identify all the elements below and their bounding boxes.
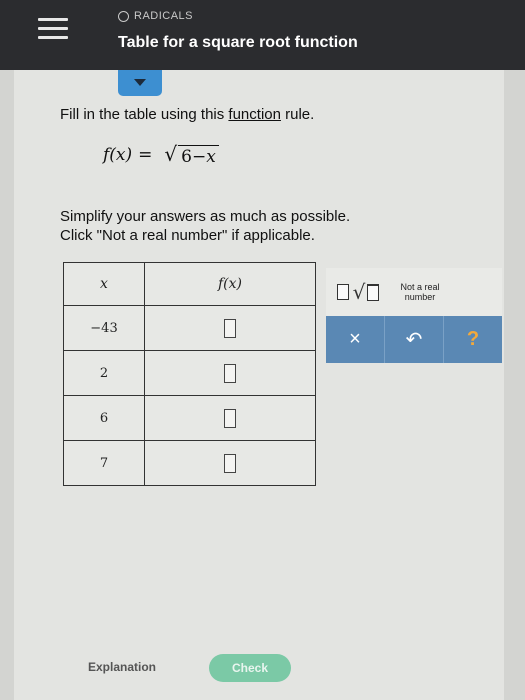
function-link[interactable]: function: [228, 106, 281, 123]
help-button[interactable]: ?: [444, 316, 502, 363]
answer-cell: [144, 395, 316, 441]
instruction-text: Fill in the table using this function ru…: [60, 106, 315, 123]
topic-circle-icon: [118, 10, 129, 22]
function-formula: f(x) = √ 6−x: [103, 142, 219, 168]
not-a-real-number-button[interactable]: Not a real number: [392, 274, 448, 310]
x-value: 7: [63, 440, 145, 486]
placeholder-box-icon: [336, 284, 349, 300]
topic-label: RADICALS: [118, 10, 193, 22]
keypad-action-row: × ↶ ?: [326, 316, 502, 363]
undo-button[interactable]: ↶: [385, 316, 444, 363]
x-value: 2: [63, 350, 145, 396]
check-button[interactable]: Check: [209, 654, 291, 682]
formula-lhs: f(x): [103, 145, 133, 165]
undo-icon: ↶: [405, 329, 423, 351]
radical-sign-icon: √: [164, 142, 178, 166]
sqrt-icon: √: [352, 280, 366, 304]
answer-input[interactable]: [224, 318, 236, 338]
function-table: x f(x) −43 2 6 7: [63, 262, 316, 486]
chevron-down-icon: [134, 79, 146, 86]
page-title: Table for a square root function: [118, 34, 358, 51]
x-value: 6: [63, 395, 145, 441]
placeholder-box-icon: [367, 283, 380, 301]
table-header-row: x f(x): [63, 262, 316, 306]
table-row: 7: [63, 440, 316, 486]
answer-cell: [144, 440, 316, 486]
clear-button[interactable]: ×: [326, 316, 385, 363]
header-fx: f(x): [144, 262, 316, 306]
answer-cell: [144, 350, 316, 396]
table-row: 2: [63, 350, 316, 396]
table-row: 6: [63, 395, 316, 441]
app-header: RADICALS Table for a square root functio…: [0, 0, 525, 70]
simplify-line-1: Simplify your answers as much as possibl…: [60, 208, 351, 225]
x-value: −43: [63, 305, 145, 351]
answer-input[interactable]: [224, 363, 236, 383]
math-keypad: √ Not a real number × ↶ ?: [326, 268, 502, 363]
topic-text: RADICALS: [134, 10, 194, 22]
explanation-link[interactable]: Explanation: [88, 660, 156, 674]
answer-input[interactable]: [224, 453, 236, 473]
header-x: x: [63, 262, 145, 306]
coefficient-sqrt-button[interactable]: √: [332, 278, 384, 306]
close-icon: ×: [349, 328, 361, 350]
answer-cell: [144, 305, 316, 351]
answer-input[interactable]: [224, 408, 236, 428]
formula-equals: =: [138, 145, 153, 165]
simplify-instructions: Simplify your answers as much as possibl…: [60, 207, 350, 245]
help-icon: ?: [466, 328, 480, 350]
keypad-top-row: √ Not a real number: [326, 268, 502, 316]
formula-radicand: 6−x: [178, 145, 219, 168]
menu-icon[interactable]: [38, 18, 68, 40]
table-row: −43: [63, 305, 316, 351]
collapse-toggle[interactable]: [118, 70, 162, 96]
simplify-line-2: Click "Not a real number" if applicable.: [60, 227, 315, 244]
